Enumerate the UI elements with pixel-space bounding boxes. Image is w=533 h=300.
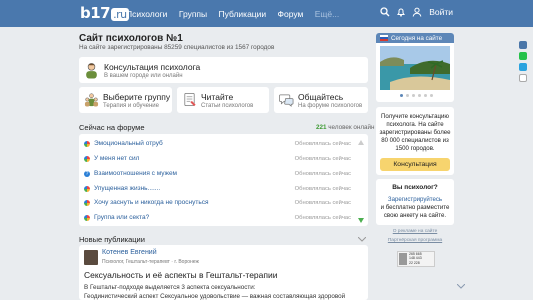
author-name[interactable]: Котенев Евгений: [102, 249, 157, 256]
user-icon[interactable]: [412, 7, 422, 17]
online-label: человек онлайн: [328, 124, 375, 131]
online-count: 221: [316, 124, 327, 131]
document-icon: [184, 93, 196, 107]
thread-status: Обновлялась сейчас: [294, 141, 351, 147]
counter-logo-icon: [399, 253, 407, 265]
forum-category-icon: [84, 185, 90, 192]
read-articles-subtitle: Статьи психологов: [201, 103, 254, 109]
top-navigation-bar: b17 .ru Психологи Группы Публикации Форум…: [0, 0, 533, 27]
flag-icon: [380, 35, 388, 41]
forum-category-icon: [84, 199, 90, 206]
consultation-widget: Получите консультацию психолога. На сайт…: [376, 107, 454, 175]
scroll-up-icon[interactable]: [358, 140, 364, 145]
read-articles-card[interactable]: Читайте Статьи психологов: [177, 87, 269, 113]
psychologist-signup-widget: Вы психолог? Зарегистрируйтесь и бесплат…: [376, 179, 454, 225]
main-nav: Психологи Группы Публикации Форум Ещё...: [126, 9, 348, 19]
consultation-subtitle: В вашем городе или онлайн: [104, 73, 183, 79]
visitor-counter[interactable]: 265 665 148 443 22 228: [397, 251, 435, 267]
forum-thread[interactable]: Упущенная жизнь.......: [84, 185, 160, 192]
counter-value: 148 443: [409, 256, 422, 261]
search-icon[interactable]: [380, 7, 390, 17]
nav-psychologists[interactable]: Психологи: [126, 9, 167, 19]
telegram-share-icon[interactable]: [519, 63, 527, 71]
thread-status: Обновлялась сейчас: [294, 200, 351, 206]
forum-thread[interactable]: Группа или секта?: [84, 214, 149, 221]
forum-thread[interactable]: ? Взаимоотношения с мужем: [84, 170, 177, 177]
chevron-down-icon[interactable]: [358, 237, 366, 242]
site-logo[interactable]: b17 .ru: [80, 4, 129, 22]
choose-group-title: Выберите группу: [103, 92, 171, 102]
choose-group-card[interactable]: Выберите группу Терапия и обучение: [79, 87, 172, 113]
consultation-button[interactable]: Консультация: [380, 158, 450, 171]
forum-section-title: Сейчас на форуме: [79, 123, 145, 132]
article-excerpt: Геодинистический аспект Сексуальное удов…: [84, 293, 346, 300]
forum-category-icon: [84, 140, 90, 147]
thread-status: Обновлялась сейчас: [294, 171, 351, 177]
counter-value: 22 228: [409, 260, 420, 265]
header-actions: Войти: [380, 7, 453, 17]
bell-icon[interactable]: [396, 7, 406, 17]
read-articles-title: Читайте: [201, 92, 234, 102]
forum-category-icon: [84, 155, 90, 162]
forum-question-icon: ?: [84, 170, 90, 177]
page-subtitle: На сайте зарегистрированы 85259 специали…: [79, 44, 275, 51]
author-meta: Психолог, Гештальт-терапевт · г. Воронеж: [102, 259, 199, 265]
nav-forum[interactable]: Форум: [278, 9, 304, 19]
expand-chevron-icon[interactable]: [457, 284, 465, 289]
page-title: Сайт психологов №1: [79, 33, 183, 44]
forum-category-icon: [84, 214, 90, 221]
forum-thread[interactable]: Эмоциональный отруб: [84, 140, 163, 147]
forum-card[interactable]: Общайтесь На форуме психологов: [274, 87, 368, 113]
scroll-down-icon[interactable]: [358, 218, 364, 223]
group-icon: [84, 93, 99, 107]
psychologist-signup-title: Вы психолог?: [392, 184, 438, 191]
nav-publications[interactable]: Публикации: [219, 9, 267, 19]
vk-share-icon[interactable]: [519, 41, 527, 49]
nav-groups[interactable]: Группы: [179, 9, 207, 19]
carousel-dots[interactable]: [400, 94, 433, 97]
author-avatar[interactable]: [84, 250, 98, 265]
publications-section-title: Новые публикации: [79, 235, 145, 244]
thread-status: Обновлялась сейчас: [294, 156, 351, 162]
whatsapp-share-icon[interactable]: [519, 52, 527, 60]
publication-card[interactable]: Котенев Евгений Психолог, Гештальт-терап…: [79, 245, 368, 300]
share-icon[interactable]: [519, 74, 527, 82]
thread-status: Обновлялась сейчас: [294, 215, 351, 221]
online-counter: 221 человек онлайн: [316, 124, 375, 131]
partner-program-link[interactable]: Партнёрская программа: [376, 238, 454, 243]
consultation-banner[interactable]: Консультация психолога В вашем городе ил…: [79, 57, 368, 83]
register-link[interactable]: Зарегистрируйтесь: [376, 196, 454, 203]
psychologist-avatar-icon: [86, 63, 97, 79]
forum-threads-list: Эмоциональный отруб Обновлялась сейчас У…: [79, 134, 368, 226]
consultation-widget-text: Получите консультацию психолога. На сайт…: [379, 113, 451, 152]
login-link[interactable]: Войти: [429, 7, 453, 17]
forum-thread[interactable]: У меня нет сил: [84, 155, 139, 162]
choose-group-subtitle: Терапия и обучение: [103, 103, 159, 109]
forum-thread[interactable]: Хочу заснуть и никогда не проснуться: [84, 199, 209, 206]
consultation-title: Консультация психолога: [104, 62, 201, 72]
advertising-link[interactable]: О рекламе на сайте: [376, 229, 454, 234]
nav-more[interactable]: Ещё...: [315, 9, 339, 19]
tropical-island-photo[interactable]: [380, 46, 450, 90]
today-on-site-widget: Сегодня на сайте: [376, 33, 454, 102]
today-header: Сегодня на сайте: [376, 33, 454, 43]
article-excerpt: В Гештальт-подходе выделяется 3 аспекта …: [84, 284, 256, 291]
article-title[interactable]: Сексуальность и её аспекты в Гештальт-те…: [84, 270, 277, 280]
thread-status: Обновлялась сейчас: [294, 186, 351, 192]
share-buttons: [519, 41, 527, 82]
chat-bubbles-icon: [279, 94, 294, 107]
psychologist-signup-text: и бесплатно разместите свою анкету на са…: [380, 204, 450, 219]
forum-card-subtitle: На форуме психологов: [298, 103, 363, 109]
forum-card-title: Общайтесь: [298, 92, 344, 102]
